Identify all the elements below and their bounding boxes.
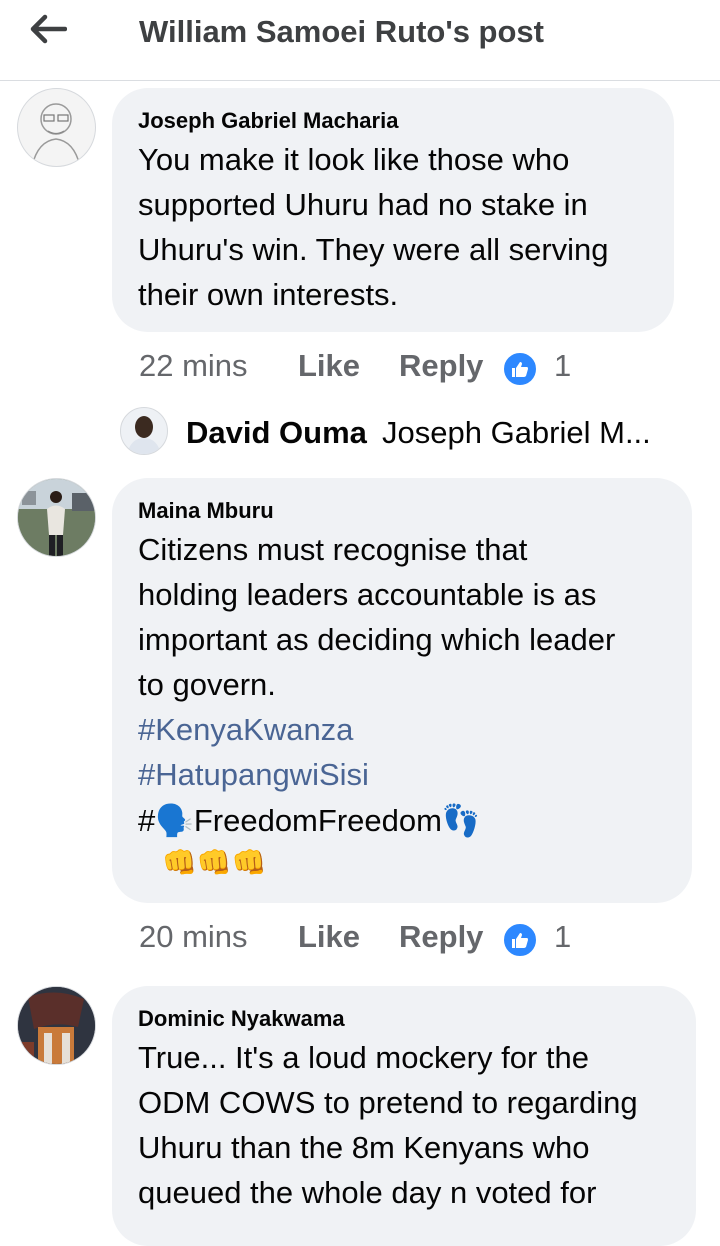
reply-snippet: Joseph Gabriel M... [382,415,651,450]
comment-text-line: queued the whole day n voted for [138,1175,597,1210]
like-button[interactable]: Like [298,919,360,955]
avatar[interactable] [17,986,96,1065]
comment-bubble[interactable]: Joseph Gabriel Macharia You make it look… [112,88,674,332]
comment-timestamp: 22 mins [139,348,248,383]
avatar[interactable] [120,407,168,455]
comment-bubble[interactable]: Dominic Nyakwama True... It's a loud moc… [112,986,696,1246]
reply-button[interactable]: Reply [399,919,483,955]
comment-author[interactable]: Dominic Nyakwama [138,1006,345,1032]
comment-text-line: supported Uhuru had no stake in [138,187,588,222]
reply-author[interactable]: David Ouma [186,415,367,451]
comment-text-line: to govern. [138,667,276,702]
arrow-left-icon [30,14,67,44]
comment-text-line: holding leaders accountable is as [138,577,597,612]
reaction-count[interactable]: 1 [554,348,571,384]
post-header: William Samoei Ruto's post [0,0,720,81]
like-button[interactable]: Like [298,348,360,384]
comment-text-line: True... It's a loud mockery for the [138,1040,589,1075]
reply-button[interactable]: Reply [399,348,483,384]
comment-text-line: You make it look like those who [138,142,570,177]
comment-text-line: Uhuru than the 8m Kenyans who [138,1130,590,1165]
avatar[interactable] [17,478,96,557]
comment-text-line: Uhuru's win. They were all serving [138,232,609,267]
comment-author[interactable]: Maina Mburu [138,498,274,524]
comment-actions: 20 mins Like Reply 1 [0,919,720,959]
hashtag-link[interactable]: #KenyaKwanza [138,712,353,748]
comment-bubble[interactable]: Maina Mburu Citizens must recognise that… [112,478,692,903]
back-button[interactable] [22,10,74,48]
reply-preview[interactable]: David Ouma Joseph Gabriel M... [120,405,690,457]
hashtag-link[interactable]: #HatupangwiSisi [138,757,369,793]
comment-text-line: #🗣️FreedomFreedom👣 [138,803,481,838]
comment-author[interactable]: Joseph Gabriel Macharia [138,108,398,134]
comment-timestamp: 20 mins [139,919,248,954]
comment-text-line: their own interests. [138,277,399,312]
thumbs-up-icon [502,922,538,958]
page-title: William Samoei Ruto's post [139,14,544,49]
comment-actions: 22 mins Like Reply 1 [0,348,720,388]
thumbs-up-icon [502,351,538,387]
comment-text-line: ODM COWS to pretend to regarding [138,1085,638,1120]
reaction-count[interactable]: 1 [554,919,571,955]
fist-emoji-line: 👊👊👊 [162,847,267,878]
comment-text-line: important as deciding which leader [138,622,616,657]
comment-text-line: Citizens must recognise that [138,532,528,567]
avatar[interactable] [17,88,96,167]
